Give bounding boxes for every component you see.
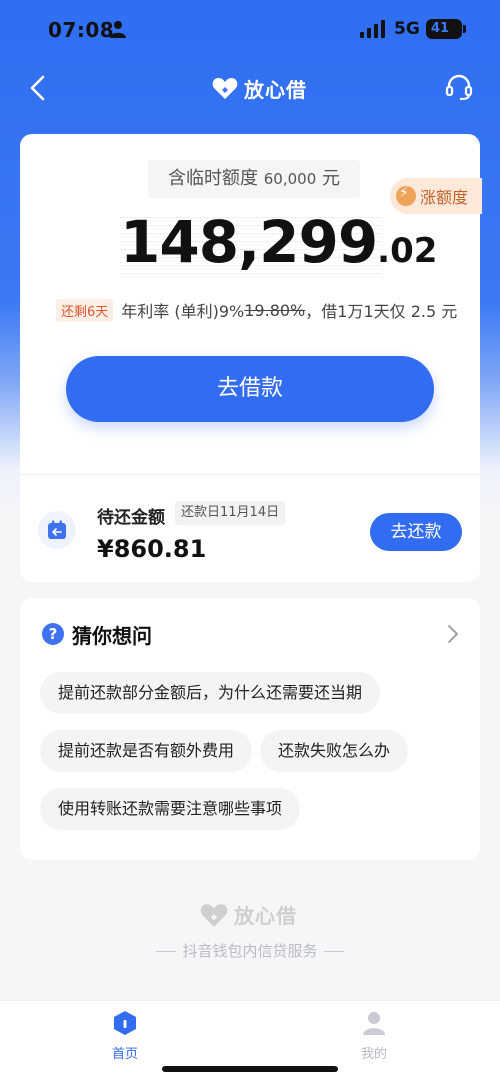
chevron-right-icon[interactable] xyxy=(446,624,460,644)
rate-old: 19.80% xyxy=(244,300,306,320)
calendar-icon-wrap xyxy=(38,511,76,549)
temp-quota-label: 含临时额度 xyxy=(168,168,259,189)
tab-me[interactable]: 我的 xyxy=(334,1009,414,1062)
battery-icon: 41 xyxy=(426,19,462,39)
nav-bar: 放心借 xyxy=(0,60,500,116)
temp-quota-unit: 元 xyxy=(321,168,340,189)
faq-question-chip[interactable]: 提前还款部分金额后，为什么还需要还当期 xyxy=(40,672,381,714)
boost-quota-label: 涨额度 xyxy=(420,188,469,207)
tab-home[interactable]: 首页 xyxy=(85,1009,165,1062)
boost-quota-button[interactable]: 涨额度 xyxy=(390,178,482,214)
temp-quota: 含临时额度 60,000 元 xyxy=(148,160,360,198)
amount-integer: 148,299 xyxy=(120,208,378,276)
faq-card: ? 猜你想问 提前还款部分金额后，为什么还需要还当期 提前还款是否有额外费用 还… xyxy=(20,598,480,860)
temp-quota-amount: 60,000 xyxy=(263,170,317,188)
credit-card: 含临时额度 60,000 元 涨额度 148,299.02 还剩6天 年利率 (… xyxy=(20,134,482,474)
rate-info: 还剩6天 年利率 (单利)9% 19.80% ，借1万1天仅 2.5 元 xyxy=(56,298,457,322)
footer-subtitle: 抖音钱包内信贷服务 xyxy=(0,940,500,961)
brand: 放心借 xyxy=(212,74,307,102)
footer-brand-name: 放心借 xyxy=(234,904,297,928)
brand-name: 放心借 xyxy=(244,77,307,102)
headset-icon[interactable] xyxy=(444,72,474,102)
battery-level: 41 xyxy=(430,21,450,36)
repay-amount: ¥860.81 xyxy=(97,535,207,563)
tab-me-label: 我的 xyxy=(360,1047,387,1062)
person-icon xyxy=(110,21,126,38)
heart-logo-icon xyxy=(200,903,228,927)
lightning-icon xyxy=(396,185,416,206)
repay-button[interactable]: 去还款 xyxy=(370,513,462,551)
question-icon: ? xyxy=(42,623,64,645)
home-indicator xyxy=(162,1066,338,1072)
network-type: 5G xyxy=(394,19,420,39)
divider xyxy=(156,951,177,952)
battery-cap xyxy=(463,25,466,33)
tab-home-label: 首页 xyxy=(111,1047,138,1062)
days-remaining-badge: 还剩6天 xyxy=(56,298,114,322)
faq-question-chip[interactable]: 使用转账还款需要注意哪些事项 xyxy=(40,788,301,830)
repayment-card: 待还金额 还款日11月14日 ¥860.81 去还款 xyxy=(20,474,480,582)
faq-title: 猜你想问 xyxy=(72,624,152,648)
amount-decimal: .02 xyxy=(377,231,438,271)
divider xyxy=(323,951,344,952)
signal-icon xyxy=(360,20,385,38)
calendar-icon xyxy=(48,520,66,539)
faq-question-chip[interactable]: 提前还款是否有额外费用 xyxy=(40,730,253,772)
rate-suffix: ，借1万1天仅 2.5 元 xyxy=(305,302,458,321)
status-bar: 07:08 5G 41 xyxy=(0,0,500,60)
status-time: 07:08 xyxy=(48,18,115,42)
back-arrow-icon[interactable] xyxy=(26,74,50,102)
available-amount: 148,299.02 xyxy=(120,208,437,276)
home-icon xyxy=(114,1011,136,1035)
footer-subtitle-text: 抖音钱包内信贷服务 xyxy=(182,942,318,960)
borrow-button[interactable]: 去借款 xyxy=(66,356,434,422)
rate-prefix: 年利率 (单利)9% xyxy=(121,302,245,321)
footer-brand: 放心借 xyxy=(200,900,297,929)
heart-logo-icon xyxy=(212,78,238,99)
repay-title: 待还金额 xyxy=(97,508,165,528)
user-icon xyxy=(363,1012,385,1035)
faq-question-chip[interactable]: 还款失败怎么办 xyxy=(260,730,409,772)
repay-date-badge: 还款日11月14日 xyxy=(175,501,286,525)
